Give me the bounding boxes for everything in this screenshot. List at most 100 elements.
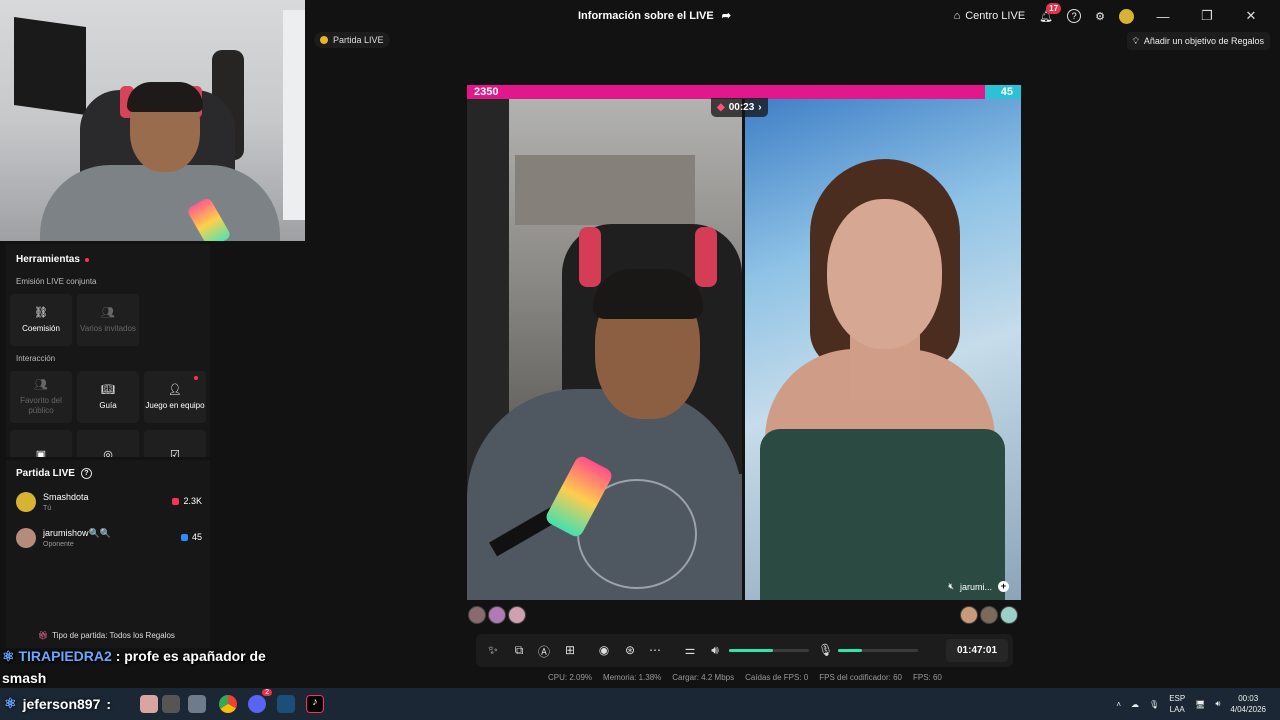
profile-avatar[interactable] bbox=[1119, 8, 1134, 24]
cloud-icon[interactable]: ☁ bbox=[1131, 700, 1139, 709]
notifications-button[interactable]: 🔔︎ 17 bbox=[1039, 2, 1062, 23]
ai-icon[interactable]: Ⓐ bbox=[537, 643, 551, 660]
title-bar: Información sobre el LIVE ➦ ⌂ Centro LIV… bbox=[305, 0, 1280, 32]
app-window: Información sobre el LIVE ➦ ⌂ Centro LIV… bbox=[0, 0, 1280, 720]
chat-username: jeferson897 bbox=[22, 695, 101, 712]
chat-message-1: ⚛ TIRAPIEDRA2 : profe es apañador de sma… bbox=[2, 645, 282, 689]
book-icon: 📖︎ bbox=[101, 383, 115, 396]
follow-plus-icon[interactable]: + bbox=[998, 581, 1009, 592]
performance-stats: CPU: 2.09% Memoria: 1.38% Cargar: 4.2 Mb… bbox=[548, 673, 942, 682]
clock[interactable]: 00:03 4/04/2026 bbox=[1230, 693, 1266, 715]
mic-tray-icon[interactable]: 🎙︎ bbox=[1149, 700, 1159, 709]
host-camera-feed bbox=[467, 99, 742, 600]
tool-tile-4[interactable]: ▣ bbox=[10, 430, 72, 457]
app-icon[interactable] bbox=[140, 695, 158, 713]
calendar-icon: ▣ bbox=[35, 449, 47, 457]
volume-icon[interactable]: 🔊︎ bbox=[708, 643, 722, 658]
chrome-icon[interactable] bbox=[219, 695, 237, 713]
discord-icon[interactable]: 2 bbox=[248, 689, 272, 713]
gift-goal-label: Añadir un objetivo de Regalos bbox=[1143, 36, 1264, 46]
host-top-gifters[interactable] bbox=[468, 606, 526, 624]
gift-icon: 🎁︎ bbox=[38, 631, 49, 640]
users-icon: 👥︎ bbox=[101, 306, 115, 319]
speaker-icon[interactable]: 🔊︎ bbox=[1215, 699, 1220, 709]
app-icon[interactable] bbox=[162, 695, 180, 713]
favorito-publico-tile[interactable]: 👥︎ Favorito del público bbox=[10, 371, 72, 423]
steam-icon[interactable] bbox=[277, 695, 295, 713]
opponent-top-gifters[interactable] bbox=[960, 606, 1018, 624]
effects-wand-icon[interactable]: ✨︎ bbox=[486, 643, 500, 658]
language-indicator[interactable]: ESP LAA bbox=[1169, 693, 1185, 715]
partida-tag-label: Partida LIVE bbox=[333, 35, 384, 45]
partida-coin-icon bbox=[320, 36, 328, 44]
stream-control-bar: ✨︎ ⧉ Ⓐ ⊞ ◉ ⊛ ⋯ ⚌ 🔊︎ 🎙︎ 01:47:01 bbox=[476, 634, 1013, 667]
stream-duration: 01:47:01 bbox=[946, 639, 1008, 662]
varios-invitados-tile[interactable]: 👥︎ Varios invitados bbox=[77, 294, 139, 346]
screen-share-icon[interactable]: ⧉ bbox=[512, 643, 526, 658]
home-icon: ⌂ bbox=[953, 10, 961, 22]
tiktok-live-icon[interactable]: ♪ bbox=[306, 695, 324, 713]
chevron-up-icon[interactable]: ˄ bbox=[1116, 700, 1121, 709]
tools-title: Herramientas bbox=[16, 254, 89, 265]
mic-slider[interactable] bbox=[838, 649, 918, 652]
minimize-button[interactable]: — bbox=[1148, 9, 1178, 24]
audio-mixer-icon[interactable]: ⚌ bbox=[683, 643, 697, 657]
checklist-icon: ☑ bbox=[170, 449, 180, 457]
notification-badge: 17 bbox=[1046, 2, 1062, 14]
avatar bbox=[16, 492, 36, 512]
volume-slider[interactable] bbox=[729, 649, 809, 652]
avatar bbox=[16, 528, 36, 548]
partida-live-panel: Partida LIVE? Smashdota Tú 2.3K jarumish… bbox=[6, 460, 210, 648]
app-icon[interactable] bbox=[188, 695, 206, 713]
guia-tile[interactable]: 📖︎ Guía bbox=[77, 371, 139, 423]
streamer-webcam-preview bbox=[0, 0, 305, 241]
target-icon: ◎ bbox=[103, 449, 113, 457]
opponent-label[interactable]: 🔇︎ jarumi... + bbox=[948, 581, 1009, 592]
co-live-section-label: Emisión LIVE conjunta bbox=[16, 277, 97, 286]
chat-text: : bbox=[106, 695, 112, 712]
windows-taskbar: 2 ♪ ˄ ☁ 🎙︎ ESP LAA 🖥︎ 🔊︎ 00:03 4/04/2026 bbox=[0, 688, 1280, 720]
mute-icon[interactable]: 🔇︎ bbox=[948, 581, 954, 592]
chat-username: TIRAPIEDRA2 bbox=[18, 648, 112, 664]
tool-tile-5[interactable]: ◎ bbox=[77, 430, 139, 457]
battle-score-bar: 2350 45 bbox=[467, 85, 1021, 99]
player-score: 2.3K bbox=[172, 496, 202, 506]
coemision-tile[interactable]: ⛓ Coemisión bbox=[10, 294, 72, 346]
share-icon[interactable]: ➦ bbox=[722, 9, 731, 22]
system-tray: ˄ ☁ 🎙︎ ESP LAA 🖥︎ 🔊︎ 00:03 4/04/2026 bbox=[1116, 688, 1266, 720]
add-source-icon[interactable]: ⊞ bbox=[563, 643, 577, 657]
battle-timer[interactable]: ◆ 00:23 › bbox=[711, 98, 768, 117]
centro-live-button[interactable]: ⌂ Centro LIVE bbox=[954, 10, 1026, 22]
score-left: 2350 bbox=[474, 86, 499, 98]
partida-title: Partida LIVE? bbox=[16, 468, 92, 479]
maximize-button[interactable]: ❐ bbox=[1192, 8, 1222, 24]
centro-live-label: Centro LIVE bbox=[965, 10, 1026, 22]
partida-live-tag[interactable]: Partida LIVE bbox=[314, 32, 390, 48]
lightbulb-icon: 💡︎ bbox=[1132, 35, 1139, 46]
settings-gear-icon[interactable]: ⚙ bbox=[1095, 10, 1105, 23]
network-icon[interactable]: 🖥︎ bbox=[1195, 700, 1205, 709]
interaction-section-label: Interacción bbox=[16, 354, 56, 363]
user-badge-icon: ⚛ bbox=[2, 648, 19, 664]
score-right: 45 bbox=[1000, 86, 1013, 98]
microphone-icon[interactable]: 🎙︎ bbox=[818, 643, 833, 657]
link-icon: ⛓ bbox=[34, 306, 48, 319]
chat-message-2: ⚛ jeferson897 : bbox=[4, 695, 111, 712]
close-button[interactable]: ✕ bbox=[1236, 8, 1266, 24]
tool-tile-6[interactable]: ☑ bbox=[144, 430, 206, 457]
chevron-right-icon: › bbox=[758, 102, 762, 113]
juego-equipo-tile[interactable]: 👤︎ Juego en equipo bbox=[144, 371, 206, 423]
more-icon[interactable]: ⋯ bbox=[648, 643, 662, 657]
record-icon[interactable]: ◉ bbox=[597, 643, 611, 657]
gift-goal-button[interactable]: 💡︎ Añadir un objetivo de Regalos bbox=[1126, 32, 1270, 50]
users-icon: 👥︎ bbox=[34, 378, 48, 391]
help-icon[interactable]: ? bbox=[1067, 9, 1082, 23]
help-icon: ? bbox=[80, 468, 92, 479]
live-info-title[interactable]: Información sobre el LIVE ➦ bbox=[578, 9, 731, 23]
user-badge-icon: ⚛ bbox=[4, 695, 17, 711]
player-row-self[interactable]: Smashdota Tú 2.3K bbox=[16, 490, 202, 516]
battle-icon: ◆ bbox=[717, 102, 725, 113]
player-row-opponent[interactable]: jarumishow🔍🔍 Oponente 45 bbox=[16, 526, 202, 552]
camera-switch-icon[interactable]: ⊛ bbox=[623, 643, 637, 657]
live-info-label: Información sobre el LIVE bbox=[578, 9, 714, 22]
